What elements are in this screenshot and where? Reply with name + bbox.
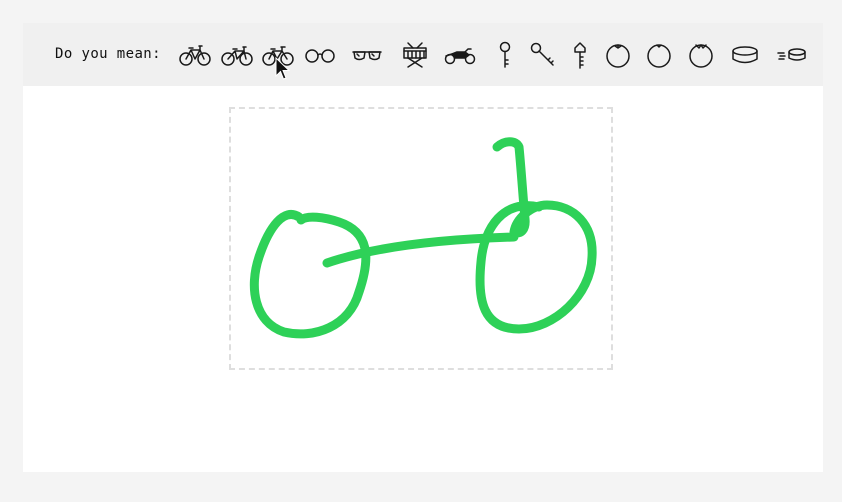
suggestion-bar: Do you mean: — [23, 23, 823, 86]
hockey-puck-icon — [732, 46, 758, 64]
suggestion-motorbike[interactable] — [443, 39, 477, 71]
key-icon — [499, 41, 511, 68]
bicycle-icon — [221, 46, 253, 66]
hockey-puck-icon — [777, 48, 806, 61]
suggestion-drum[interactable] — [398, 39, 432, 71]
stroke-front-wheel — [475, 200, 597, 334]
suggestion-key-3[interactable] — [563, 39, 597, 71]
suggestion-blueberry-1[interactable] — [601, 39, 635, 71]
suggestion-eyeglasses[interactable] — [303, 39, 337, 71]
sunglasses-icon — [352, 51, 382, 61]
blueberry-icon — [647, 44, 671, 68]
suggestion-bicycle-2[interactable] — [220, 39, 254, 71]
suggestion-prompt: Do you mean: — [55, 46, 161, 62]
drum-icon — [403, 42, 427, 68]
motorbike-icon — [444, 48, 476, 65]
blueberry-icon — [689, 44, 713, 68]
bicycle-icon — [179, 45, 211, 66]
suggestion-hockey-puck-1[interactable] — [728, 39, 762, 71]
suggestion-key-1[interactable] — [488, 39, 522, 71]
blueberry-icon — [606, 44, 630, 68]
bicycle-icon — [262, 46, 294, 66]
key-icon — [574, 42, 586, 69]
suggestion-sunglasses[interactable] — [350, 39, 384, 71]
stroke-rear-wheel — [249, 210, 371, 339]
suggestion-hockey-puck-2[interactable] — [776, 39, 810, 71]
key-icon — [530, 42, 554, 66]
suggestion-bicycle-1[interactable] — [178, 39, 212, 71]
suggestion-blueberry-2[interactable] — [642, 39, 676, 71]
suggestion-blueberry-3[interactable] — [684, 39, 718, 71]
suggestion-key-2[interactable] — [526, 39, 560, 71]
eyeglasses-icon — [305, 49, 335, 63]
suggestion-bicycle-3[interactable] — [261, 39, 295, 71]
sketch-drawing — [249, 137, 597, 339]
app-panel: Do you mean: — [23, 23, 823, 472]
